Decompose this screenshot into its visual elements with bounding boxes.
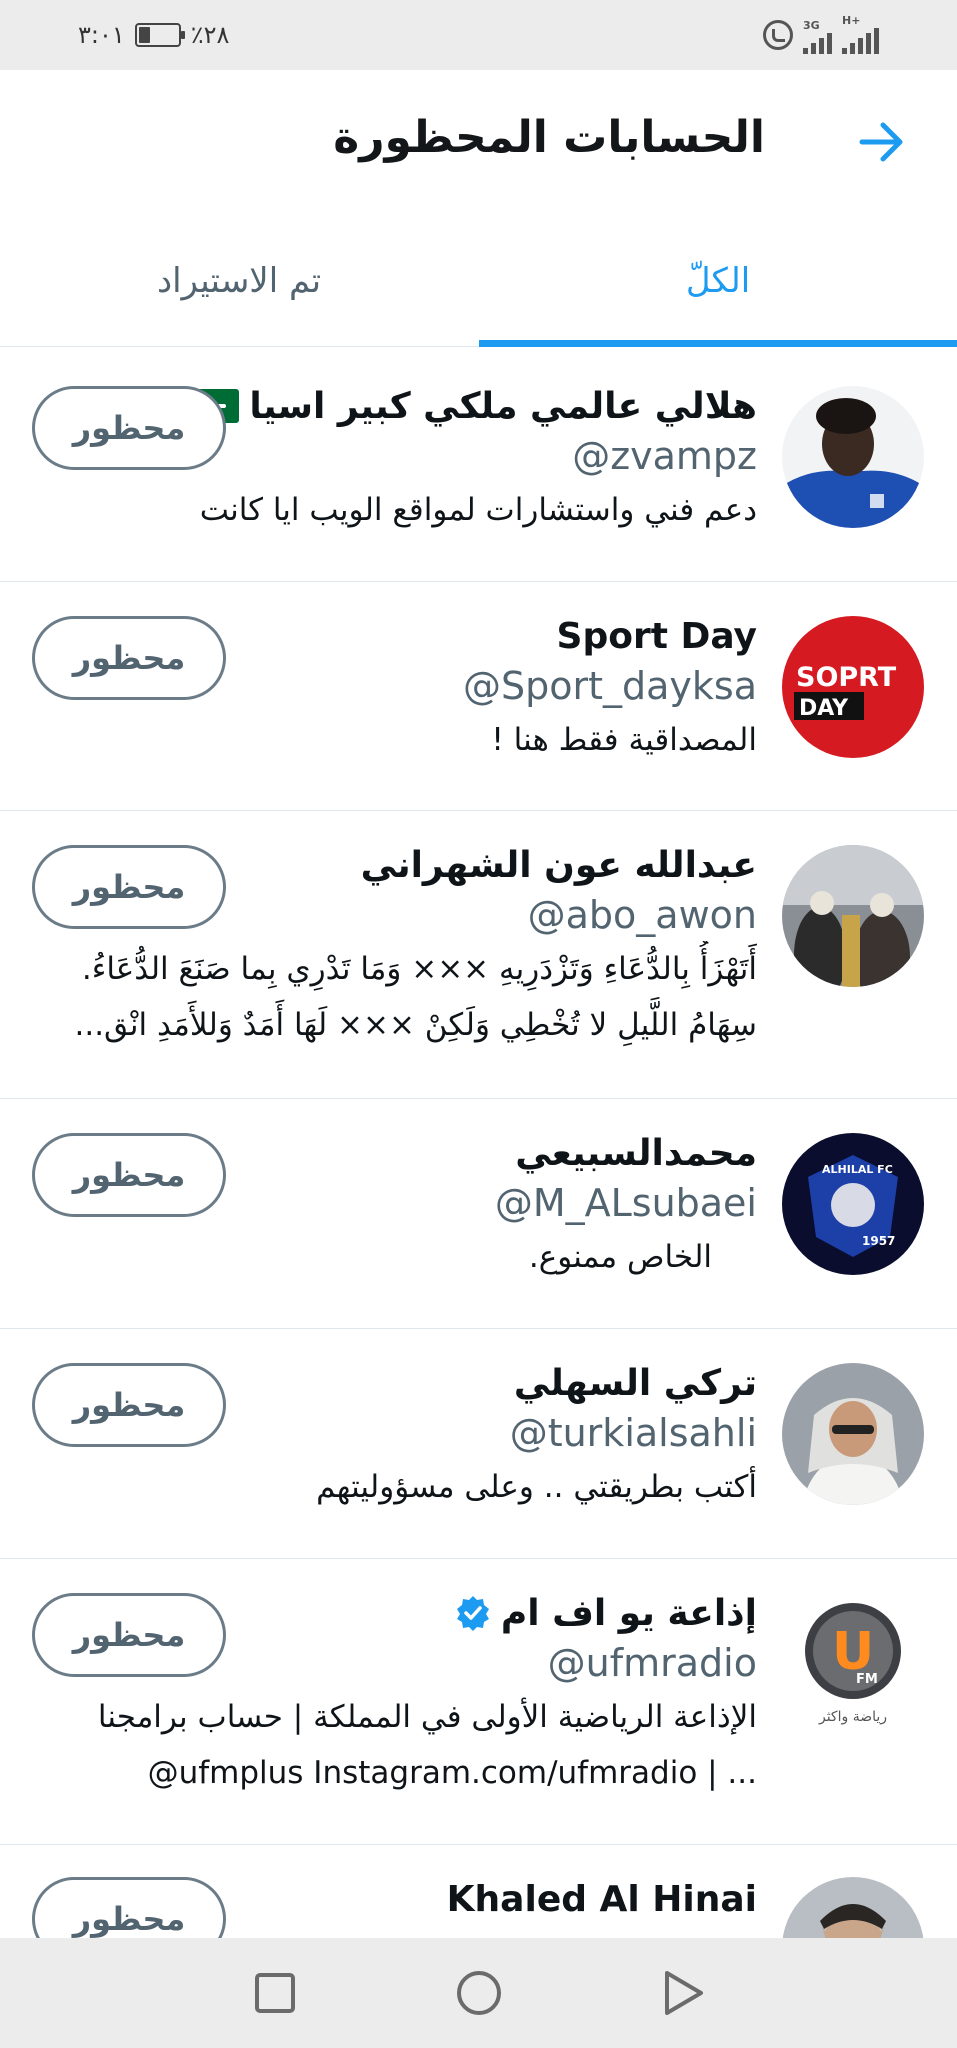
avatar[interactable] — [782, 386, 924, 528]
list-item[interactable]: هلالي عالمي ملكي كبير اسيا @zvampz دعم ف… — [0, 352, 957, 582]
avatar[interactable]: SOPRT DAY — [782, 616, 924, 758]
account-bio: دعم فني واستشارات لمواقع الويب ايا كانت — [199, 492, 757, 528]
status-left: ٣:٠١ ٪٢٨ — [78, 18, 229, 52]
signal-hplus-icon: H+ — [842, 14, 879, 54]
account-bio: أَتَهْزَأُ بِالدُّعَاءِ وَتَزْدَرِيهِ ××… — [81, 951, 757, 987]
network-label-1: 3G — [803, 19, 820, 32]
header: الحسابات المحظورة — [0, 70, 957, 215]
network-label-2: H+ — [842, 14, 861, 27]
verified-badge-icon — [456, 1596, 489, 1631]
account-bio: المصداقية فقط هنا ! — [491, 722, 757, 758]
account-name: محمدالسبيعي — [515, 1132, 757, 1174]
list-item[interactable]: U FM رياضة واكثر إذاعة يو اف ام @ufmradi… — [0, 1559, 957, 1845]
avatar[interactable]: U FM رياضة واكثر — [782, 1593, 924, 1735]
tab-active-indicator — [479, 340, 957, 347]
battery-percent: ٪٢٨ — [190, 21, 230, 49]
avatar-text-2: DAY — [799, 696, 849, 721]
whatsapp-icon — [763, 20, 793, 50]
triangle-back-icon[interactable] — [653, 1963, 713, 2023]
clock: ٣:٠١ — [78, 21, 125, 49]
status-right: 3G H+ — [763, 14, 879, 54]
avatar-text-1: ALHILAL FC — [822, 1163, 893, 1176]
arrow-right-icon[interactable] — [859, 120, 905, 164]
blocked-button[interactable]: محظور — [32, 1133, 226, 1217]
blocked-accounts-list: هلالي عالمي ملكي كبير اسيا @zvampz دعم ف… — [0, 352, 957, 2045]
blocked-button[interactable]: محظور — [32, 1363, 226, 1447]
avatar[interactable] — [782, 845, 924, 987]
blocked-button[interactable]: محظور — [32, 616, 226, 700]
account-name: Sport Day — [556, 615, 757, 657]
account-bio: الخاص ممنوع. — [528, 1239, 712, 1275]
system-nav-bar — [0, 1938, 957, 2048]
page-title: الحسابات المحظورة — [333, 112, 765, 163]
blocked-button[interactable]: محظور — [32, 845, 226, 929]
list-item[interactable]: ALHILAL FC 1957 محمدالسبيعي @M_ALsubaei … — [0, 1099, 957, 1329]
account-bio-line-2: @ufmplus Instagram.com/ufmradio | ... — [147, 1755, 757, 1791]
account-name: هلالي عالمي ملكي كبير اسيا — [249, 385, 757, 427]
account-name: إذاعة يو اف ام — [500, 1592, 757, 1634]
battery-icon — [134, 23, 185, 47]
circle-icon[interactable] — [449, 1963, 509, 2023]
avatar-text-2: FM — [856, 1672, 878, 1687]
blocked-button[interactable]: محظور — [32, 386, 226, 470]
account-bio-line-2: سِهَامُ اللَّيلِ لا تُخْطِي وَلَكِنْ ×××… — [74, 1007, 758, 1043]
avatar[interactable] — [782, 1363, 924, 1505]
account-name: تركي السهلي — [513, 1362, 757, 1404]
list-item[interactable]: تركي السهلي @turkialsahli أكتب بطريقتي .… — [0, 1329, 957, 1559]
square-icon[interactable] — [245, 1963, 305, 2023]
avatar-text-3: رياضة واكثر — [818, 1709, 887, 1725]
tab-imported[interactable]: تم الاستيراد — [0, 215, 478, 347]
tab-all[interactable]: الكلّ — [479, 215, 957, 347]
account-bio: الإذاعة الرياضية الأولى في المملكة | حسا… — [97, 1699, 757, 1735]
avatar[interactable]: ALHILAL FC 1957 — [782, 1133, 924, 1275]
blocked-button[interactable]: محظور — [32, 1593, 226, 1677]
avatar-text-2: 1957 — [862, 1234, 895, 1248]
account-name: Khaled Al Hinai — [446, 1878, 757, 1920]
list-item[interactable]: SOPRT DAY Sport Day @Sport_dayksa المصدا… — [0, 582, 957, 811]
status-bar: ٣:٠١ ٪٢٨ 3G H+ — [0, 0, 957, 70]
avatar-text-1: SOPRT — [796, 662, 897, 693]
list-item[interactable]: عبدالله عون الشهراني @abo_awon أَتَهْزَأ… — [0, 811, 957, 1099]
signal-3g-icon: 3G — [803, 19, 832, 54]
battery-level — [138, 27, 150, 43]
account-name: عبدالله عون الشهراني — [360, 844, 757, 886]
account-bio: أكتب بطريقتي .. وعلى مسؤوليتهم — [316, 1469, 757, 1505]
tab-bar: الكلّ تم الاستيراد — [0, 215, 957, 347]
